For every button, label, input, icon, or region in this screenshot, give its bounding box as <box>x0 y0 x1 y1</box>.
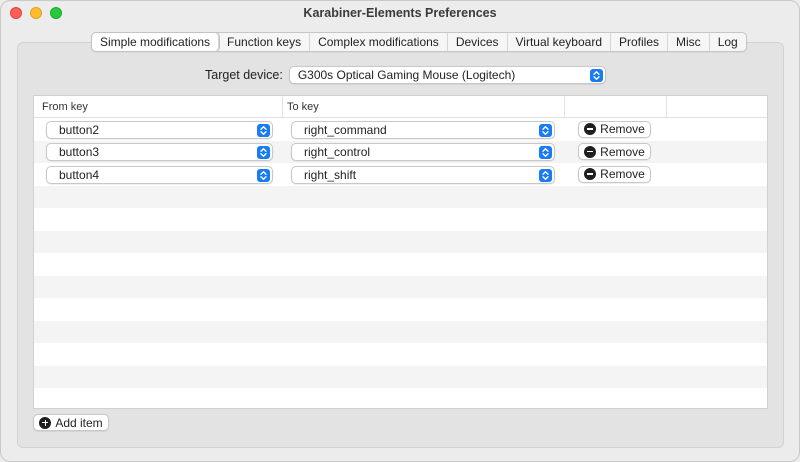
tab-complex-modifications[interactable]: Complex modifications <box>310 33 448 51</box>
remove-button[interactable]: Remove <box>578 165 651 183</box>
to-key-select[interactable]: right_shift <box>291 165 555 184</box>
to-key-value: right_command <box>304 122 387 137</box>
table-row: button2 right_command Remove <box>34 118 767 141</box>
to-key-select[interactable]: right_control <box>291 143 555 161</box>
modifications-table: From key To key button2 right_command Re… <box>33 95 768 409</box>
target-device-value: G300s Optical Gaming Mouse (Logitech) <box>297 68 516 82</box>
remove-button-label: Remove <box>600 122 645 136</box>
table-row: button3 right_control Remove <box>34 140 767 163</box>
table-header: From key To key <box>34 96 767 118</box>
zoom-window-button[interactable] <box>50 7 62 19</box>
chevron-up-down-icon <box>257 168 270 182</box>
tab-log[interactable]: Log <box>710 33 746 51</box>
target-device-select[interactable]: G300s Optical Gaming Mouse (Logitech) <box>288 66 606 84</box>
table-row-empty <box>34 253 767 276</box>
minus-circle-icon <box>584 123 597 135</box>
chevron-up-down-icon <box>539 123 552 137</box>
from-key-value: button2 <box>59 122 100 137</box>
remove-button-label: Remove <box>600 144 645 159</box>
to-key-value: right_shift <box>304 167 357 182</box>
target-device-row: Target device: G300s Optical Gaming Mous… <box>205 66 606 84</box>
window-title: Karabiner-Elements Preferences <box>303 6 497 20</box>
tab-profiles[interactable]: Profiles <box>611 33 669 51</box>
close-window-button[interactable] <box>10 7 22 19</box>
minus-circle-icon <box>584 145 597 158</box>
table-row-empty <box>34 230 767 253</box>
add-item-label: Add item <box>55 415 103 430</box>
column-header-actions <box>565 96 667 117</box>
table-row-empty <box>34 208 767 231</box>
chevron-up-down-icon <box>539 146 552 159</box>
minimize-window-button[interactable] <box>30 7 42 19</box>
tab-bar: Simple modifications Function keys Compl… <box>91 32 747 52</box>
to-key-select[interactable]: right_command <box>291 120 555 139</box>
table-row-empty <box>34 343 767 366</box>
table-row-empty <box>34 388 767 408</box>
column-header-to-key[interactable]: To key <box>283 96 565 117</box>
chevron-up-down-icon <box>257 123 270 137</box>
table-row-empty <box>34 298 767 321</box>
chevron-up-down-icon <box>539 168 552 182</box>
from-key-value: button3 <box>59 145 100 159</box>
from-key-value: button4 <box>59 167 100 182</box>
tab-misc[interactable]: Misc <box>668 33 710 51</box>
tab-devices[interactable]: Devices <box>448 33 508 51</box>
add-item-button[interactable]: Add item <box>33 414 109 431</box>
preferences-window: Karabiner-Elements Preferences Simple mo… <box>0 0 800 462</box>
table-row-empty <box>34 320 767 343</box>
remove-button[interactable]: Remove <box>578 143 651 160</box>
title-bar: Karabiner-Elements Preferences <box>1 1 799 25</box>
chevron-up-down-icon <box>257 146 270 159</box>
tab-virtual-keyboard[interactable]: Virtual keyboard <box>508 33 611 51</box>
table-row-empty <box>34 365 767 388</box>
chevron-up-down-icon <box>589 69 603 82</box>
tab-function-keys[interactable]: Function keys <box>219 33 311 51</box>
tab-simple-modifications[interactable]: Simple modifications <box>92 33 220 51</box>
remove-button[interactable]: Remove <box>578 120 651 138</box>
table-body: button2 right_command Remove button3 rig… <box>34 118 767 408</box>
window-controls <box>10 7 62 19</box>
to-key-value: right_control <box>304 145 371 159</box>
from-key-select[interactable]: button2 <box>46 120 273 139</box>
target-device-label: Target device: <box>205 68 283 82</box>
from-key-select[interactable]: button4 <box>46 165 273 184</box>
plus-circle-icon <box>39 416 52 429</box>
table-row: button4 right_shift Remove <box>34 163 767 186</box>
table-row-empty <box>34 185 767 208</box>
from-key-select[interactable]: button3 <box>46 143 273 161</box>
column-header-from-key[interactable]: From key <box>34 96 283 117</box>
table-row-empty <box>34 275 767 298</box>
remove-button-label: Remove <box>600 167 645 181</box>
minus-circle-icon <box>584 168 597 180</box>
